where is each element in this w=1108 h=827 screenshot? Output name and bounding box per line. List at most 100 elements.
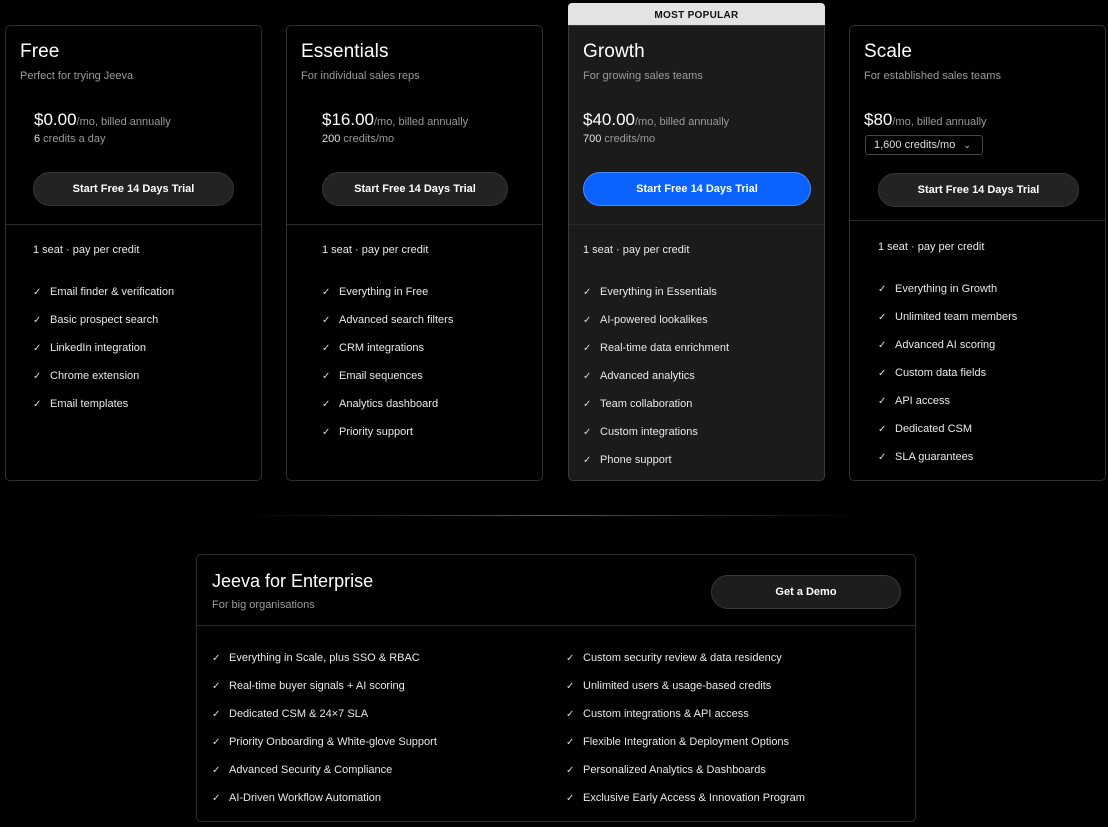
plan-name: Growth [583, 41, 645, 63]
plan-card-scale: Scale For established sales teams $80/mo… [849, 25, 1106, 481]
feature-item: ✓Priority Onboarding & White-glove Suppo… [212, 728, 437, 756]
feature-list: ✓Everything in Growth ✓Unlimited team me… [878, 275, 1017, 471]
feature-item: ✓Everything in Scale, plus SSO & RBAC [212, 644, 437, 672]
feature-text: Email sequences [339, 370, 423, 382]
feature-text: Priority Onboarding & White-glove Suppor… [229, 736, 437, 748]
feature-text: Team collaboration [600, 398, 692, 410]
feature-text: Exclusive Early Access & Innovation Prog… [583, 792, 805, 804]
feature-item: ✓Email templates [33, 390, 174, 418]
feature-text: Advanced Security & Compliance [229, 764, 392, 776]
start-trial-button[interactable]: Start Free 14 Days Trial [322, 172, 508, 206]
feature-text: Real-time buyer signals + AI scoring [229, 680, 405, 692]
feature-item: ✓Chrome extension [33, 362, 174, 390]
check-icon: ✓ [322, 287, 339, 298]
plan-card-growth: Growth For growing sales teams $40.00/mo… [568, 25, 825, 481]
feature-item: ✓Real-time data enrichment [583, 334, 729, 362]
check-icon: ✓ [212, 737, 229, 748]
price-suffix: /mo, billed annually [635, 116, 729, 128]
check-icon: ✓ [212, 653, 229, 664]
plan-subtitle: For individual sales reps [301, 70, 420, 82]
get-demo-button[interactable]: Get a Demo [711, 575, 901, 609]
feature-text: Unlimited users & usage-based credits [583, 680, 771, 692]
feature-item: ✓Custom integrations [583, 418, 729, 446]
enterprise-title: Jeeva for Enterprise [212, 571, 373, 592]
feature-item: ✓Everything in Essentials [583, 278, 729, 306]
feature-item: ✓LinkedIn integration [33, 334, 174, 362]
check-icon: ✓ [878, 284, 895, 295]
feature-text: Everything in Essentials [600, 286, 717, 298]
feature-text: Everything in Free [339, 286, 428, 298]
check-icon: ✓ [322, 399, 339, 410]
check-icon: ✓ [583, 455, 600, 466]
start-trial-button[interactable]: Start Free 14 Days Trial [33, 172, 234, 206]
feature-item: ✓Custom integrations & API access [566, 700, 805, 728]
seat-line: 1 seat · pay per credit [583, 244, 689, 256]
plan-subtitle: For established sales teams [864, 70, 1001, 82]
seat-line: 1 seat · pay per credit [878, 241, 984, 253]
feature-list: ✓Everything in Free ✓Advanced search fil… [322, 278, 453, 446]
check-icon: ✓ [566, 793, 583, 804]
credits-amount: 700 [583, 133, 601, 145]
feature-item: ✓AI-powered lookalikes [583, 306, 729, 334]
check-icon: ✓ [322, 343, 339, 354]
feature-text: Basic prospect search [50, 314, 158, 326]
feature-text: SLA guarantees [895, 451, 973, 463]
feature-item: ✓Custom security review & data residency [566, 644, 805, 672]
feature-text: Priority support [339, 426, 413, 438]
feature-text: Chrome extension [50, 370, 139, 382]
price-suffix: /mo, billed annually [892, 116, 986, 128]
check-icon: ✓ [583, 399, 600, 410]
credits-text: credits/mo [601, 133, 655, 145]
price-row: $40.00/mo, billed annually [583, 110, 729, 130]
credits-select-value: 1,600 credits/mo [874, 139, 955, 151]
price-suffix: /mo, billed annually [77, 116, 171, 128]
check-icon: ✓ [33, 287, 50, 298]
plan-credits: 200 credits/mo [322, 133, 394, 145]
check-icon: ✓ [33, 371, 50, 382]
feature-text: Advanced AI scoring [895, 339, 995, 351]
feature-text: AI-powered lookalikes [600, 314, 708, 326]
feature-item: ✓Dedicated CSM [878, 415, 1017, 443]
divider [569, 224, 824, 225]
plan-subtitle: For growing sales teams [583, 70, 703, 82]
feature-text: Phone support [600, 454, 672, 466]
check-icon: ✓ [212, 765, 229, 776]
feature-item: ✓Advanced search filters [322, 306, 453, 334]
feature-item: ✓Flexible Integration & Deployment Optio… [566, 728, 805, 756]
enterprise-feature-list-right: ✓Custom security review & data residency… [566, 644, 805, 812]
enterprise-subtitle: For big organisations [212, 599, 315, 611]
feature-item: ✓Email sequences [322, 362, 453, 390]
check-icon: ✓ [566, 709, 583, 720]
feature-text: Personalized Analytics & Dashboards [583, 764, 766, 776]
credits-text: credits a day [40, 133, 105, 145]
feature-item: ✓Exclusive Early Access & Innovation Pro… [566, 784, 805, 812]
feature-text: Flexible Integration & Deployment Option… [583, 736, 789, 748]
feature-item: ✓Advanced analytics [583, 362, 729, 390]
price-row: $0.00/mo, billed annually [34, 110, 171, 130]
credits-amount: 200 [322, 133, 340, 145]
check-icon: ✓ [566, 653, 583, 664]
start-trial-button[interactable]: Start Free 14 Days Trial [878, 173, 1079, 207]
check-icon: ✓ [212, 709, 229, 720]
feature-text: Advanced search filters [339, 314, 453, 326]
plan-price: $0.00 [34, 110, 77, 129]
check-icon: ✓ [33, 399, 50, 410]
plan-price: $40.00 [583, 110, 635, 129]
feature-text: CRM integrations [339, 342, 424, 354]
credits-select[interactable]: 1,600 credits/mo ⌄ [865, 135, 983, 155]
plan-card-essentials: Essentials For individual sales reps $16… [286, 25, 543, 481]
check-icon: ✓ [566, 765, 583, 776]
plan-card-free: Free Perfect for trying Jeeva $0.00/mo, … [5, 25, 262, 481]
check-icon: ✓ [33, 343, 50, 354]
price-row: $80/mo, billed annually [864, 110, 987, 130]
feature-text: AI-Driven Workflow Automation [229, 792, 381, 804]
section-glow-divider [240, 515, 868, 516]
feature-item: ✓Dedicated CSM & 24×7 SLA [212, 700, 437, 728]
start-trial-button[interactable]: Start Free 14 Days Trial [583, 172, 811, 206]
seat-line: 1 seat · pay per credit [33, 244, 139, 256]
divider [6, 224, 261, 225]
plan-price: $80 [864, 110, 892, 129]
plan-credits: 6 credits a day [34, 133, 106, 145]
price-row: $16.00/mo, billed annually [322, 110, 468, 130]
feature-text: Advanced analytics [600, 370, 695, 382]
